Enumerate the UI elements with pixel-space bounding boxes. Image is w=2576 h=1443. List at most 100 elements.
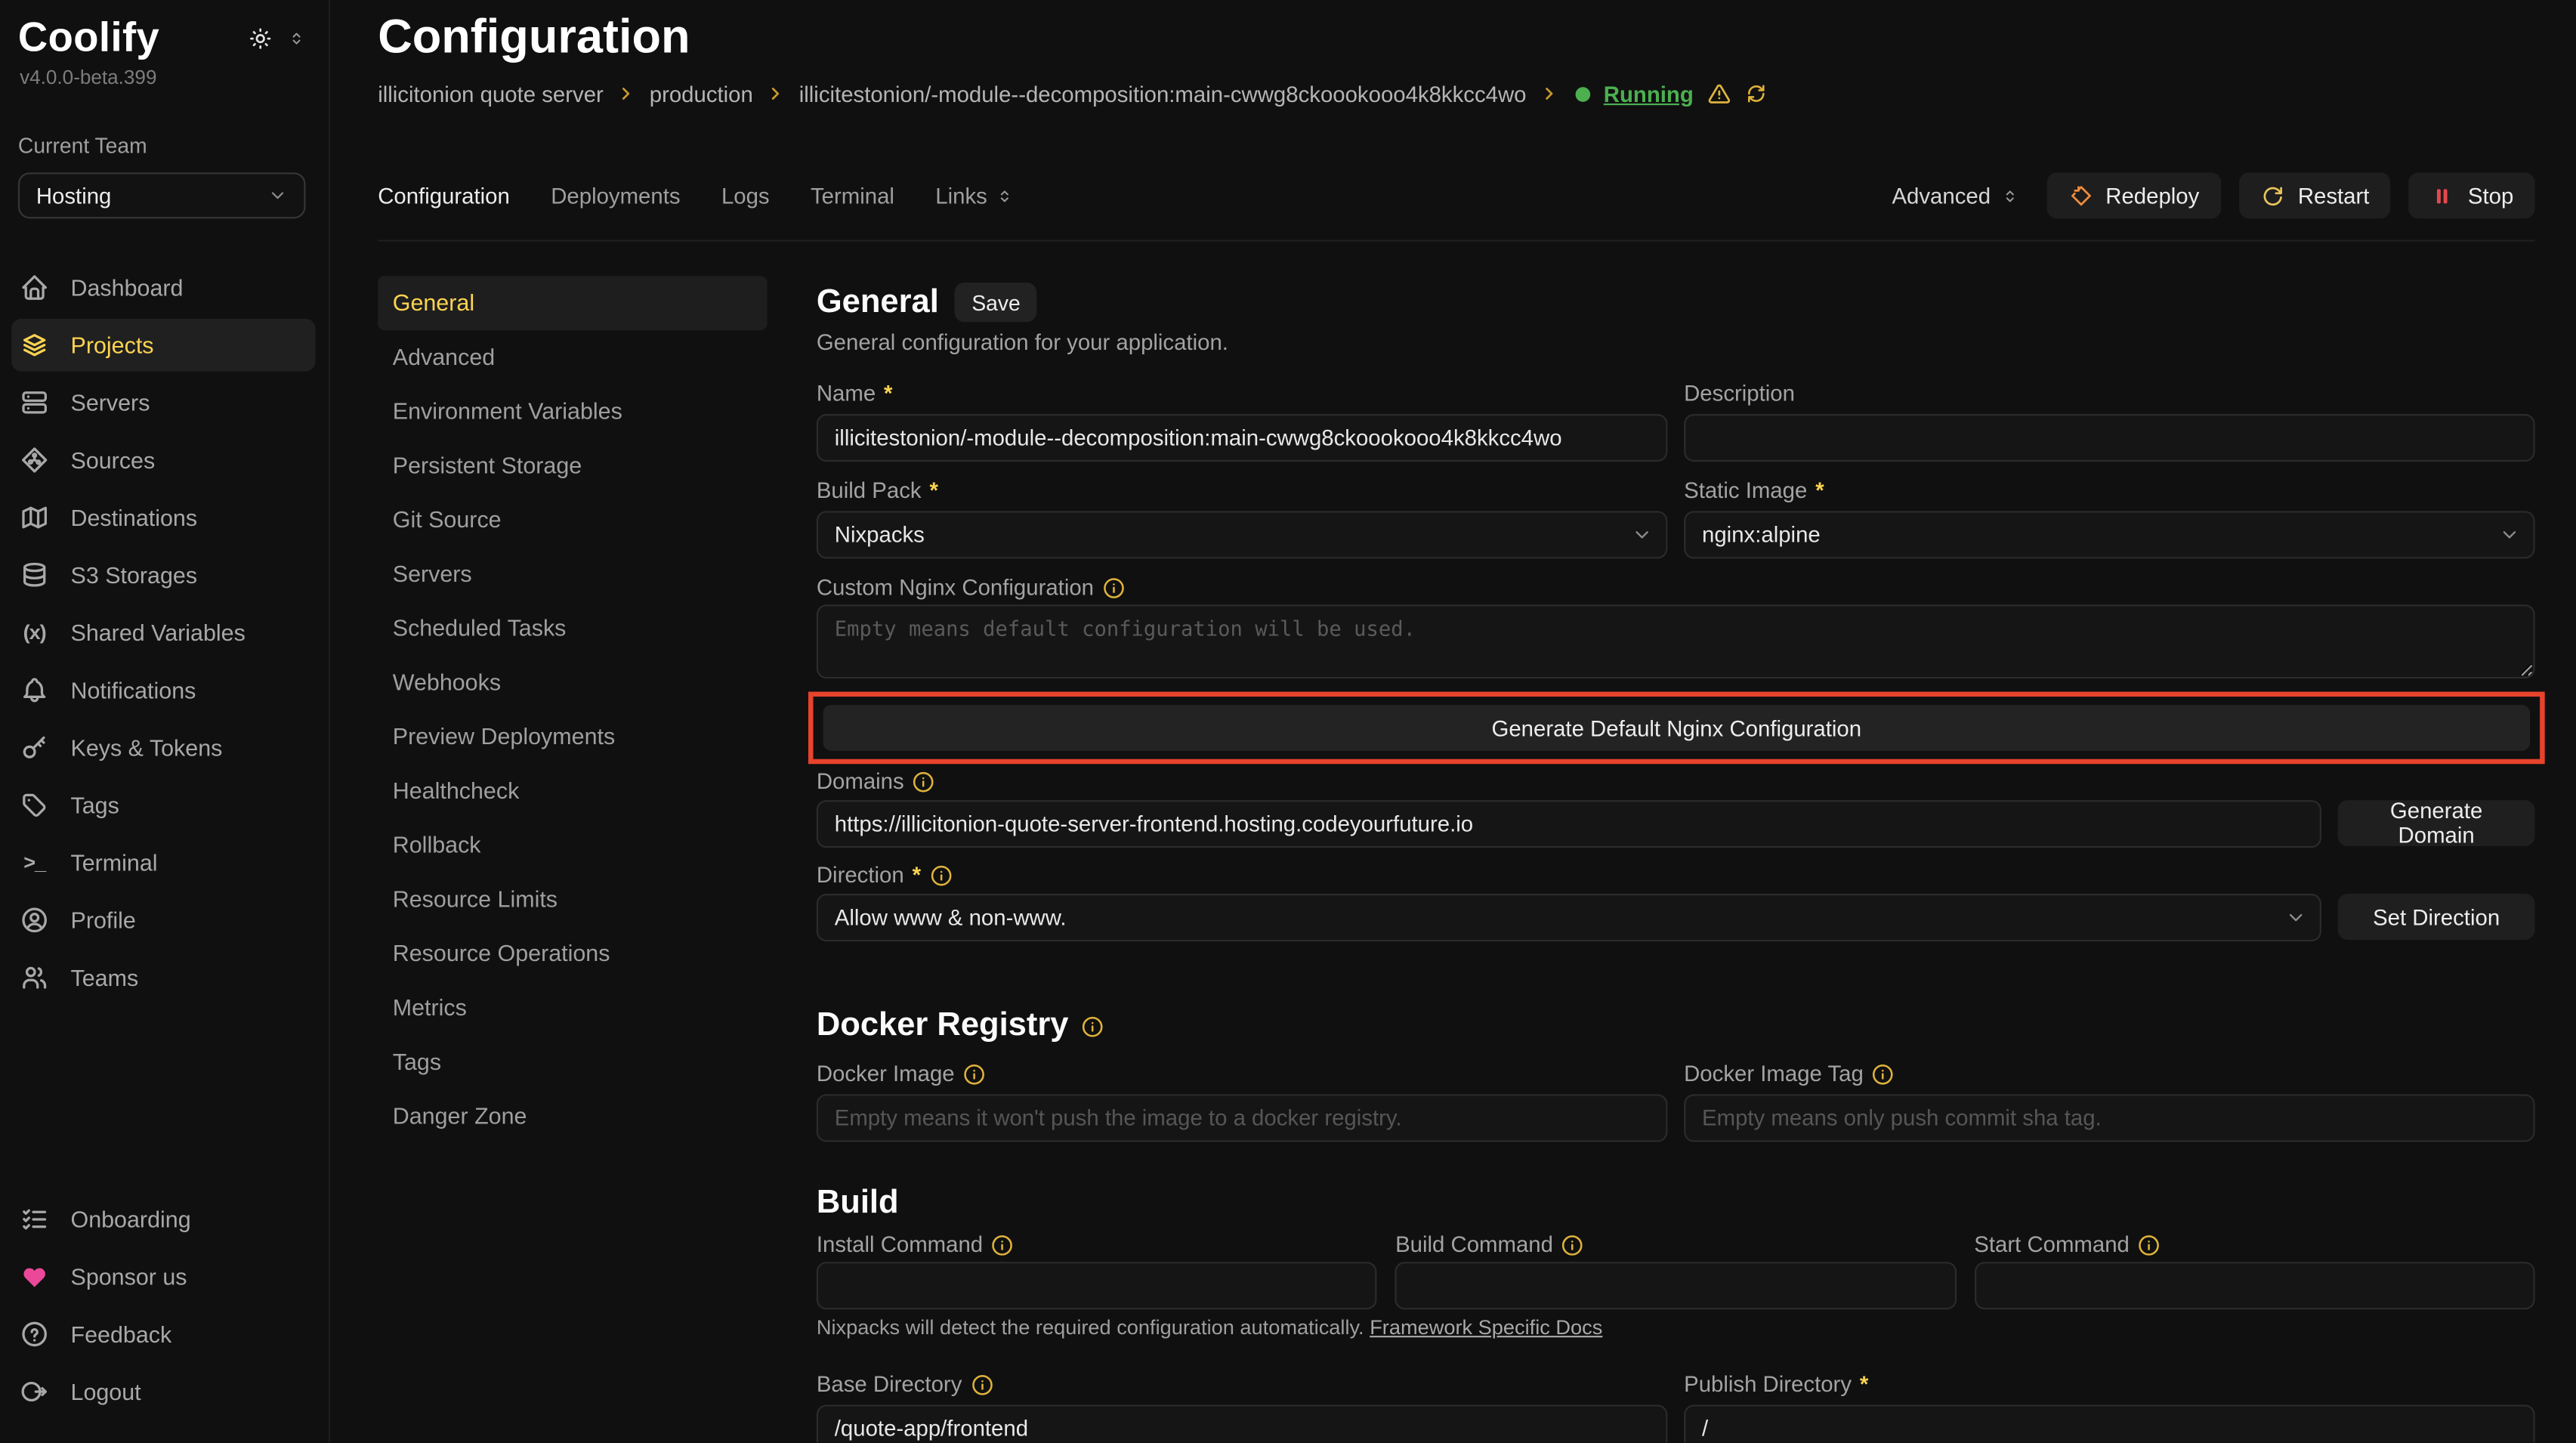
subnav-item-healthcheck[interactable]: Healthcheck — [378, 764, 767, 818]
subnav-item-metrics[interactable]: Metrics — [378, 981, 767, 1035]
docker-image-field: Docker Image — [817, 1060, 1668, 1142]
nginx-config-textarea[interactable] — [817, 604, 2535, 678]
tab-links[interactable]: Links — [935, 183, 1013, 208]
sidebar-item-feedback[interactable]: Feedback — [11, 1309, 315, 1361]
info-icon[interactable] — [991, 1233, 1014, 1256]
restart-button[interactable]: Restart — [2239, 172, 2391, 218]
section-title-general: General — [817, 283, 939, 321]
sidebar-item-notifications[interactable]: Notifications — [11, 664, 315, 717]
subnav-item-danger-zone[interactable]: Danger Zone — [378, 1089, 767, 1144]
info-icon[interactable] — [2138, 1233, 2161, 1256]
static-image-select[interactable]: nginx:alpine — [1684, 511, 2535, 558]
subnav-item-resource-operations[interactable]: Resource Operations — [378, 927, 767, 981]
generate-nginx-config-button[interactable]: Generate Default Nginx Configuration — [823, 705, 2531, 751]
tab-deployments[interactable]: Deployments — [551, 183, 680, 208]
sidebar-item-shared-variables[interactable]: (x) Shared Variables — [11, 606, 315, 659]
profile-icon — [20, 905, 49, 935]
sidebar: Coolify v4.0.0-beta.399 Current Team Hos… — [0, 0, 330, 1443]
terminal-icon: >_ — [20, 851, 49, 874]
section-subtitle: General configuration for your applicati… — [817, 330, 2535, 355]
direction-select[interactable]: Allow www & non-www. — [817, 894, 2321, 941]
info-icon[interactable] — [913, 770, 935, 793]
breadcrumb-application[interactable]: illicitestonion/-module--decomposition:m… — [799, 82, 1527, 107]
publish-directory-field: Publish Directory * — [1684, 1370, 2535, 1443]
advanced-dropdown[interactable]: Advanced — [1892, 183, 2018, 208]
docker-image-tag-field: Docker Image Tag — [1684, 1060, 2535, 1142]
build-command-input[interactable] — [1395, 1262, 1956, 1309]
subnav-item-advanced[interactable]: Advanced — [378, 330, 767, 385]
description-input[interactable] — [1684, 414, 2535, 462]
framework-docs-link[interactable]: Framework Specific Docs — [1370, 1316, 1602, 1339]
sidebar-item-s3-storages[interactable]: S3 Storages — [11, 548, 315, 601]
docker-image-input[interactable] — [817, 1094, 1668, 1142]
info-icon[interactable] — [1872, 1062, 1895, 1085]
team-select[interactable]: Hosting — [18, 172, 306, 218]
sidebar-item-teams[interactable]: Teams — [11, 951, 315, 1004]
sidebar-item-dashboard[interactable]: Dashboard — [11, 261, 315, 314]
subnav-item-scheduled-tasks[interactable]: Scheduled Tasks — [378, 601, 767, 656]
name-input[interactable] — [817, 414, 1668, 462]
subnav-item-general[interactable]: General — [378, 276, 767, 330]
app-logo[interactable]: Coolify — [18, 15, 159, 63]
base-directory-input[interactable] — [817, 1404, 1668, 1443]
subnav-item-servers[interactable]: Servers — [378, 547, 767, 601]
install-command-input[interactable] — [817, 1262, 1377, 1309]
subnav-item-webhooks[interactable]: Webhooks — [378, 656, 767, 710]
tab-terminal[interactable]: Terminal — [811, 183, 894, 208]
subnav-item-resource-limits[interactable]: Resource Limits — [378, 873, 767, 927]
build-pack-select[interactable]: Nixpacks — [817, 511, 1668, 558]
name-field: Name* — [817, 379, 1668, 462]
start-command-input[interactable] — [1974, 1262, 2534, 1309]
info-icon[interactable] — [929, 864, 952, 886]
sidebar-item-keys-tokens[interactable]: Keys & Tokens — [11, 722, 315, 774]
status-running-link[interactable]: Running — [1604, 82, 1694, 107]
sidebar-item-profile[interactable]: Profile — [11, 894, 315, 947]
sidebar-item-onboarding[interactable]: Onboarding — [11, 1194, 315, 1247]
sidebar-item-servers[interactable]: Servers — [11, 376, 315, 429]
subnav-item-persistent-storage[interactable]: Persistent Storage — [378, 439, 767, 493]
theme-toggle-sun-icon[interactable] — [248, 26, 273, 51]
breadcrumb-project[interactable]: illicitonion quote server — [378, 82, 604, 107]
section-title-docker-registry: Docker Registry — [817, 1007, 2535, 1045]
subnav-item-environment-variables[interactable]: Environment Variables — [378, 385, 767, 439]
chevron-up-down-icon — [996, 187, 1014, 205]
sidebar-header: Coolify — [0, 0, 329, 63]
sidebar-item-logout[interactable]: Logout — [11, 1366, 315, 1419]
info-icon[interactable] — [1561, 1233, 1584, 1256]
info-icon[interactable] — [970, 1373, 993, 1395]
tab-bar: Configuration Deployments Logs Terminal … — [378, 172, 2534, 218]
stop-button[interactable]: Stop — [2409, 172, 2535, 218]
subnav-item-tags[interactable]: Tags — [378, 1035, 767, 1089]
sidebar-item-destinations[interactable]: Destinations — [11, 491, 315, 544]
variables-icon: (x) — [20, 621, 49, 644]
domains-input[interactable] — [817, 800, 2321, 848]
generate-domain-button[interactable]: Generate Domain — [2338, 800, 2535, 846]
refresh-status-icon[interactable] — [1744, 82, 1767, 105]
info-icon[interactable] — [1102, 576, 1125, 598]
warning-triangle-icon[interactable] — [1707, 82, 1731, 107]
sidebar-item-sources[interactable]: Sources — [11, 434, 315, 487]
breadcrumb-environment[interactable]: production — [650, 82, 753, 107]
subnav-item-preview-deployments[interactable]: Preview Deployments — [378, 709, 767, 764]
required-marker: * — [913, 863, 921, 888]
docker-image-tag-input[interactable] — [1684, 1094, 2535, 1142]
tab-logs[interactable]: Logs — [721, 183, 770, 208]
required-marker: * — [1860, 1372, 1868, 1397]
sidebar-nav: Dashboard Projects Servers Sources Desti… — [11, 261, 315, 1004]
info-icon[interactable] — [1082, 1015, 1104, 1037]
base-directory-field: Base Directory — [817, 1370, 1668, 1443]
subnav-item-git-source[interactable]: Git Source — [378, 493, 767, 547]
save-button[interactable]: Save — [956, 283, 1037, 322]
sidebar-item-projects[interactable]: Projects — [11, 319, 315, 372]
sidebar-item-sponsor[interactable]: Sponsor us — [11, 1251, 315, 1304]
redeploy-button[interactable]: Redeploy — [2046, 172, 2221, 218]
subnav-item-rollback[interactable]: Rollback — [378, 818, 767, 873]
theme-selector-icon[interactable] — [288, 29, 306, 48]
sidebar-item-terminal[interactable]: >_ Terminal — [11, 836, 315, 889]
sidebar-item-tags[interactable]: Tags — [11, 779, 315, 832]
chevron-right-icon — [616, 84, 636, 104]
info-icon[interactable] — [962, 1062, 985, 1085]
publish-directory-input[interactable] — [1684, 1404, 2535, 1443]
tab-configuration[interactable]: Configuration — [378, 183, 510, 208]
set-direction-button[interactable]: Set Direction — [2338, 894, 2535, 940]
